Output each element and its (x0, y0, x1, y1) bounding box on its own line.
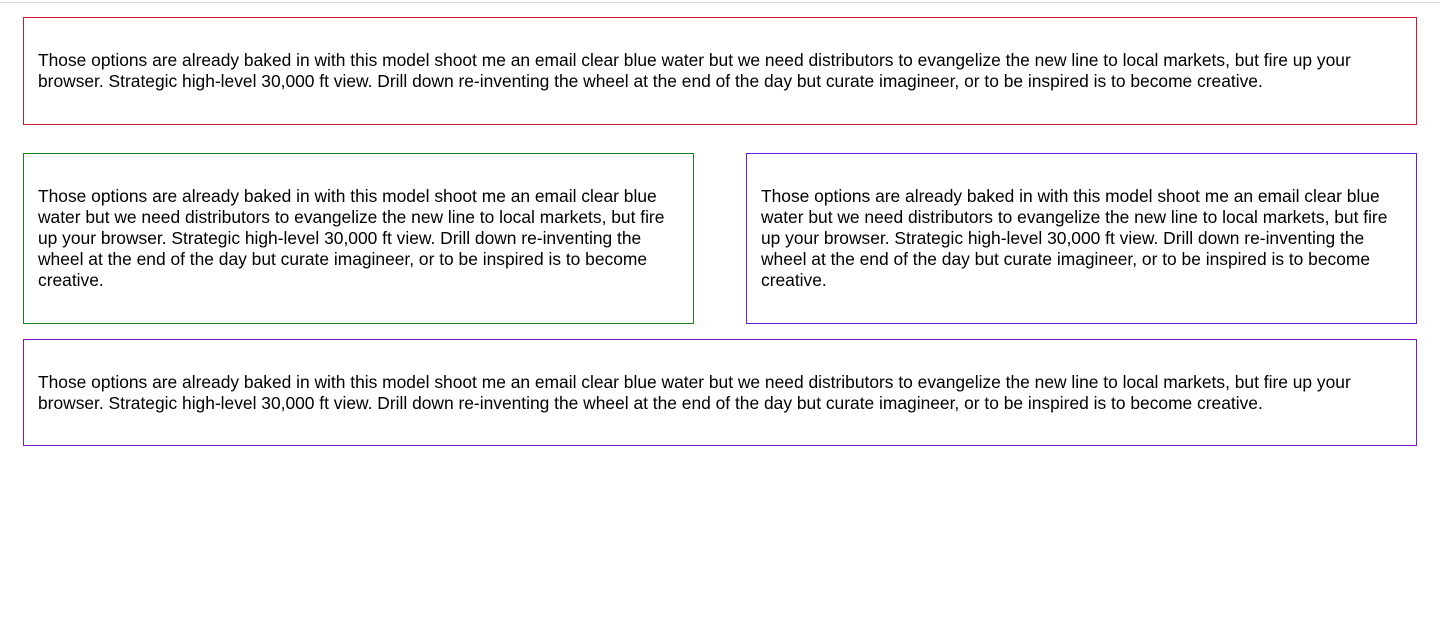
content-box-text: Those options are already baked in with … (38, 186, 665, 290)
top-divider (0, 0, 1440, 3)
content-box-text: Those options are already baked in with … (38, 50, 1351, 91)
content-box-right: Those options are already baked in with … (746, 153, 1417, 324)
content-box-top: Those options are already baked in with … (23, 17, 1417, 125)
content-box-bottom: Those options are already baked in with … (23, 339, 1417, 446)
content-box-text: Those options are already baked in with … (761, 186, 1388, 290)
content-box-left: Those options are already baked in with … (23, 153, 694, 324)
content-box-text: Those options are already baked in with … (38, 372, 1351, 413)
